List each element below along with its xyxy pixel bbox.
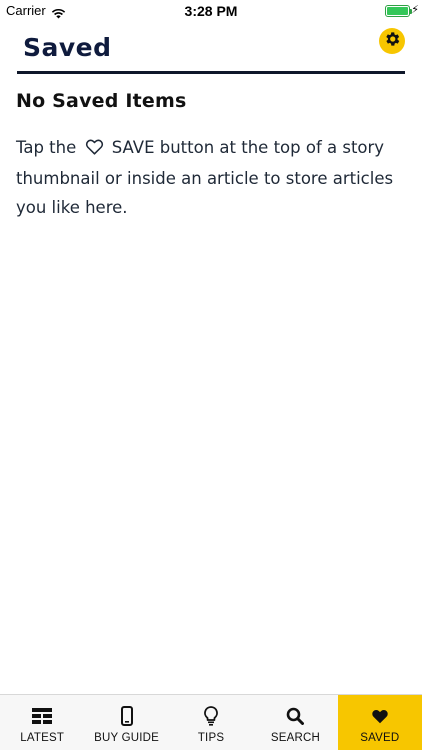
tab-label: BUY GUIDE — [94, 732, 160, 744]
tab-label: SAVED — [360, 732, 400, 744]
page-title: Saved — [23, 33, 112, 62]
tab-search[interactable]: SEARCH — [253, 695, 337, 750]
clock: 3:28 PM — [184, 3, 238, 19]
tab-label: LATEST — [20, 732, 65, 744]
heart-icon — [371, 706, 389, 726]
message-before: Tap the — [16, 138, 77, 157]
tab-tips[interactable]: TIPS — [169, 695, 253, 750]
list-icon — [32, 706, 53, 726]
battery-icon — [385, 5, 412, 17]
charging-bolt-icon: ⚡ — [411, 3, 419, 16]
tab-label: SEARCH — [270, 732, 320, 744]
empty-state-message: Tap the SAVE button at the top of a stor… — [16, 133, 406, 222]
tab-buy-guide[interactable]: BUY GUIDE — [84, 695, 168, 750]
empty-state-title: No Saved Items — [16, 90, 187, 112]
heart-outline-icon — [85, 135, 104, 164]
tab-label: TIPS — [197, 732, 225, 744]
tab-latest[interactable]: LATEST — [0, 695, 84, 750]
tab-bar: LATEST BUY GUIDE TIPS SEARCH SAVED — [0, 694, 422, 750]
search-icon — [286, 706, 305, 726]
page-header: Saved — [17, 28, 405, 74]
saved-content: No Saved Items Tap the SAVE button at th… — [16, 90, 406, 222]
settings-button[interactable] — [379, 28, 405, 54]
phone-icon — [120, 706, 133, 726]
gear-icon — [383, 30, 401, 52]
tab-saved[interactable]: SAVED — [337, 695, 422, 750]
message-highlight: SAVE — [111, 138, 155, 157]
status-bar: Carrier 3:28 PM ⚡ — [0, 0, 422, 22]
lightbulb-icon — [204, 706, 218, 726]
